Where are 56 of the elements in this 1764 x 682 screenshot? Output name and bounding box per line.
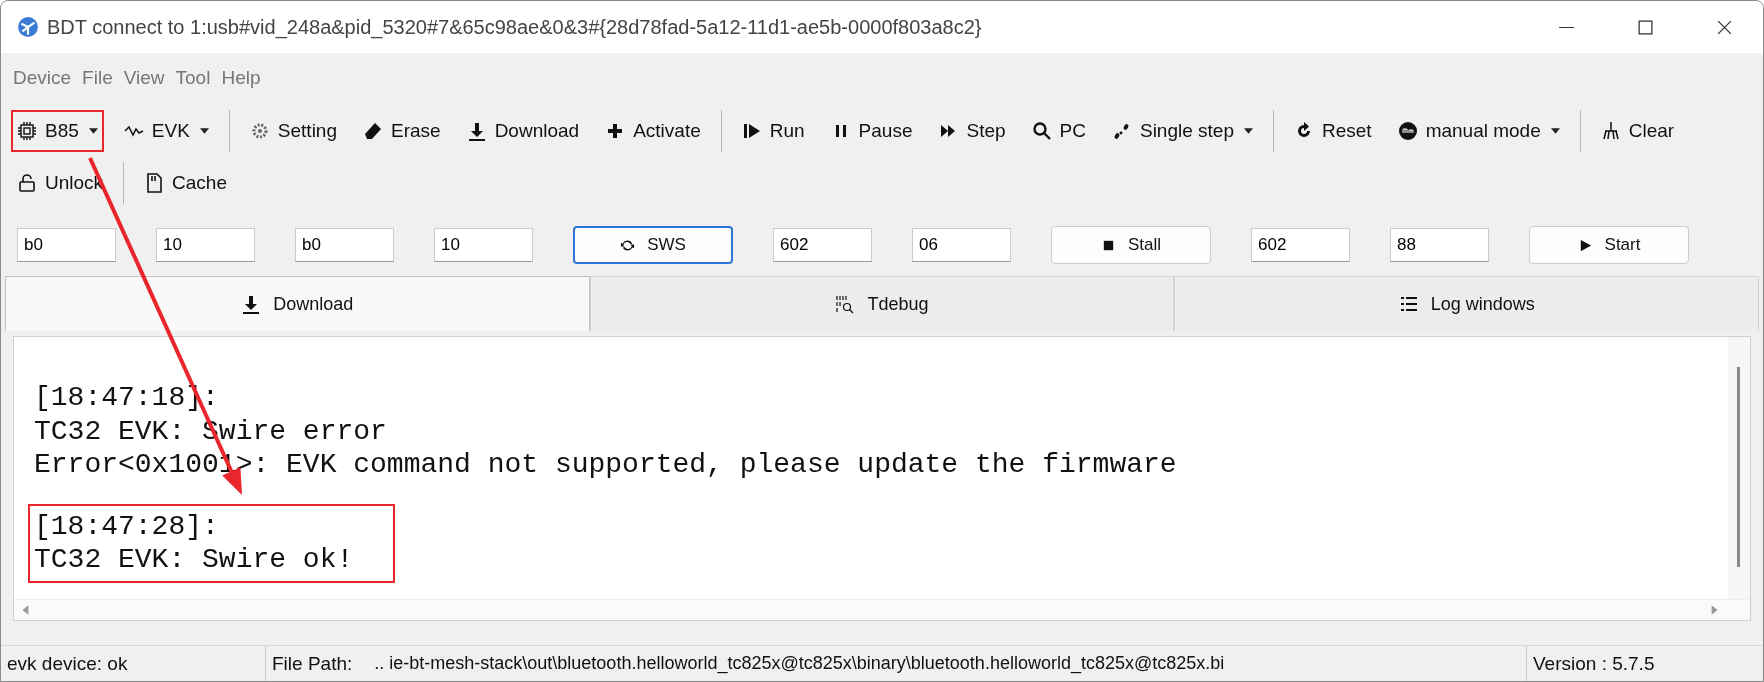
device-status: evk device: ok: [1, 646, 266, 681]
menu-item[interactable]: File: [82, 67, 113, 89]
app-icon: [17, 16, 39, 38]
input-field[interactable]: b0: [295, 228, 394, 262]
eraser-icon: [363, 120, 383, 141]
chip-icon: [17, 120, 37, 141]
action-button[interactable]: Stall: [1051, 226, 1211, 264]
download-icon: [241, 294, 262, 314]
file-path: .. ie-bt-mesh-stack\out\bluetooth.helloworld_tc825x@tc825x\binary\bluetooth.helloworld_tc825x@tc825x.bi: [374, 653, 1225, 674]
dropdown-button[interactable]: Single step: [1105, 109, 1259, 152]
window-title: BDT connect to 1:usb#vid_248a&pid_5320#7&65c98ae&0&3#{28d78fad-5a12-11d1-ae5b-0000f803a8c2}: [47, 15, 982, 39]
sd-card-icon: [144, 173, 165, 193]
list-icon: [1398, 294, 1419, 314]
maximize-icon[interactable]: [1637, 18, 1654, 36]
dropdown-button[interactable]: B85: [11, 109, 104, 152]
action-button[interactable]: SWS: [573, 226, 733, 264]
toolbar-button[interactable]: Pause: [824, 109, 919, 152]
dropdown-button[interactable]: EVK: [117, 109, 215, 152]
log-line: [18:47:28]:: [34, 509, 220, 543]
input-field[interactable]: 06: [912, 228, 1011, 262]
input-field[interactable]: b0: [17, 228, 116, 262]
toolbar-button[interactable]: Step: [932, 109, 1012, 152]
action-button[interactable]: Start: [1529, 226, 1689, 264]
menu-item[interactable]: View: [123, 67, 165, 89]
input-field[interactable]: 602: [773, 228, 872, 262]
search-icon: [1031, 120, 1052, 141]
toolbar-button[interactable]: Cache: [138, 162, 233, 204]
toolbar-button[interactable]: Clear: [1594, 109, 1681, 152]
horizontal-scrollbar[interactable]: [14, 599, 1750, 620]
toolbar-button[interactable]: Activate: [599, 109, 707, 152]
input-field[interactable]: 602: [1251, 228, 1350, 262]
toolbar-button[interactable]: Download: [460, 109, 586, 152]
menu-item[interactable]: Device: [13, 67, 72, 89]
toolbar-button[interactable]: Setting: [243, 109, 343, 152]
tab[interactable]: Log windows: [1174, 276, 1759, 331]
input-field[interactable]: 10: [434, 228, 533, 262]
toolbar-button[interactable]: Erase: [357, 109, 447, 152]
input-field[interactable]: 10: [156, 228, 255, 262]
binary-search-icon: [835, 294, 856, 314]
dropdown-button[interactable]: manual mode: [1391, 109, 1566, 152]
toolbar-button[interactable]: PC: [1025, 109, 1092, 152]
toolbar-button[interactable]: Run: [735, 109, 811, 152]
download-icon: [466, 120, 487, 141]
version-label: Version : 5.7.5: [1532, 651, 1656, 676]
vertical-scrollbar[interactable]: [1728, 337, 1750, 599]
log-line: TC32 EVK: Swire ok!: [34, 543, 354, 577]
lock-icon: [17, 173, 37, 193]
menu-item[interactable]: Help: [221, 67, 261, 89]
close-icon[interactable]: [1716, 18, 1733, 36]
path-label: File Path:: [272, 652, 353, 675]
menu-item[interactable]: Tool: [175, 67, 211, 89]
broom-icon: [1600, 120, 1621, 141]
input-field[interactable]: 88: [1390, 228, 1489, 262]
tab[interactable]: Tdebug: [589, 276, 1175, 331]
tab[interactable]: Download: [5, 276, 590, 331]
toolbar-button[interactable]: Reset: [1288, 109, 1378, 152]
